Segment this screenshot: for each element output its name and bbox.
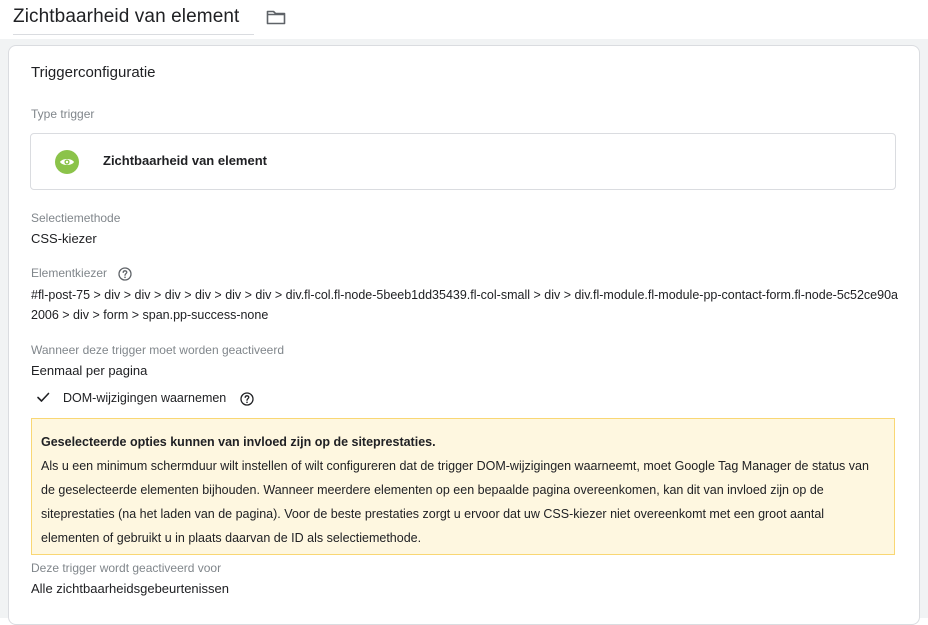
trigger-type-label: Type trigger xyxy=(31,107,95,121)
help-icon[interactable] xyxy=(118,267,132,281)
trigger-name-field[interactable]: Zichtbaarheid van element xyxy=(13,6,254,35)
eye-icon xyxy=(60,159,74,165)
observe-dom-checkbox-label[interactable]: DOM-wijzigingen waarnemen xyxy=(63,391,226,405)
selection-method-value: CSS-kiezer xyxy=(31,231,97,246)
warning-heading: Geselecteerde opties kunnen van invloed … xyxy=(41,435,436,449)
performance-warning: Geselecteerde opties kunnen van invloed … xyxy=(31,418,895,555)
eye-badge xyxy=(55,150,79,174)
check-icon[interactable] xyxy=(36,390,50,404)
element-selector-value: #fl-post-75 > div > div > div > div > di… xyxy=(31,288,898,322)
card-title: Triggerconfiguratie xyxy=(31,64,156,81)
warning-body: Als u een minimum schermduur wilt instel… xyxy=(41,459,869,545)
selection-method-label: Selectiemethode xyxy=(31,211,121,225)
fires-on-label: Deze trigger wordt geactiveerd voor xyxy=(31,561,222,575)
help-icon[interactable] xyxy=(240,392,254,406)
element-selector-label: Elementkiezer xyxy=(31,266,108,280)
fire-when-label: Wanneer deze trigger moet worden geactiv… xyxy=(31,343,285,357)
header-bar: Zichtbaarheid van element xyxy=(0,0,928,39)
trigger-type-selector[interactable]: Zichtbaarheid van element xyxy=(30,133,896,190)
trigger-type-name: Zichtbaarheid van element xyxy=(103,153,267,168)
fire-when-value: Eenmaal per pagina xyxy=(31,363,148,378)
fires-on-value: Alle zichtbaarheidsgebeurtenissen xyxy=(31,581,230,596)
folder-icon[interactable] xyxy=(266,9,286,25)
